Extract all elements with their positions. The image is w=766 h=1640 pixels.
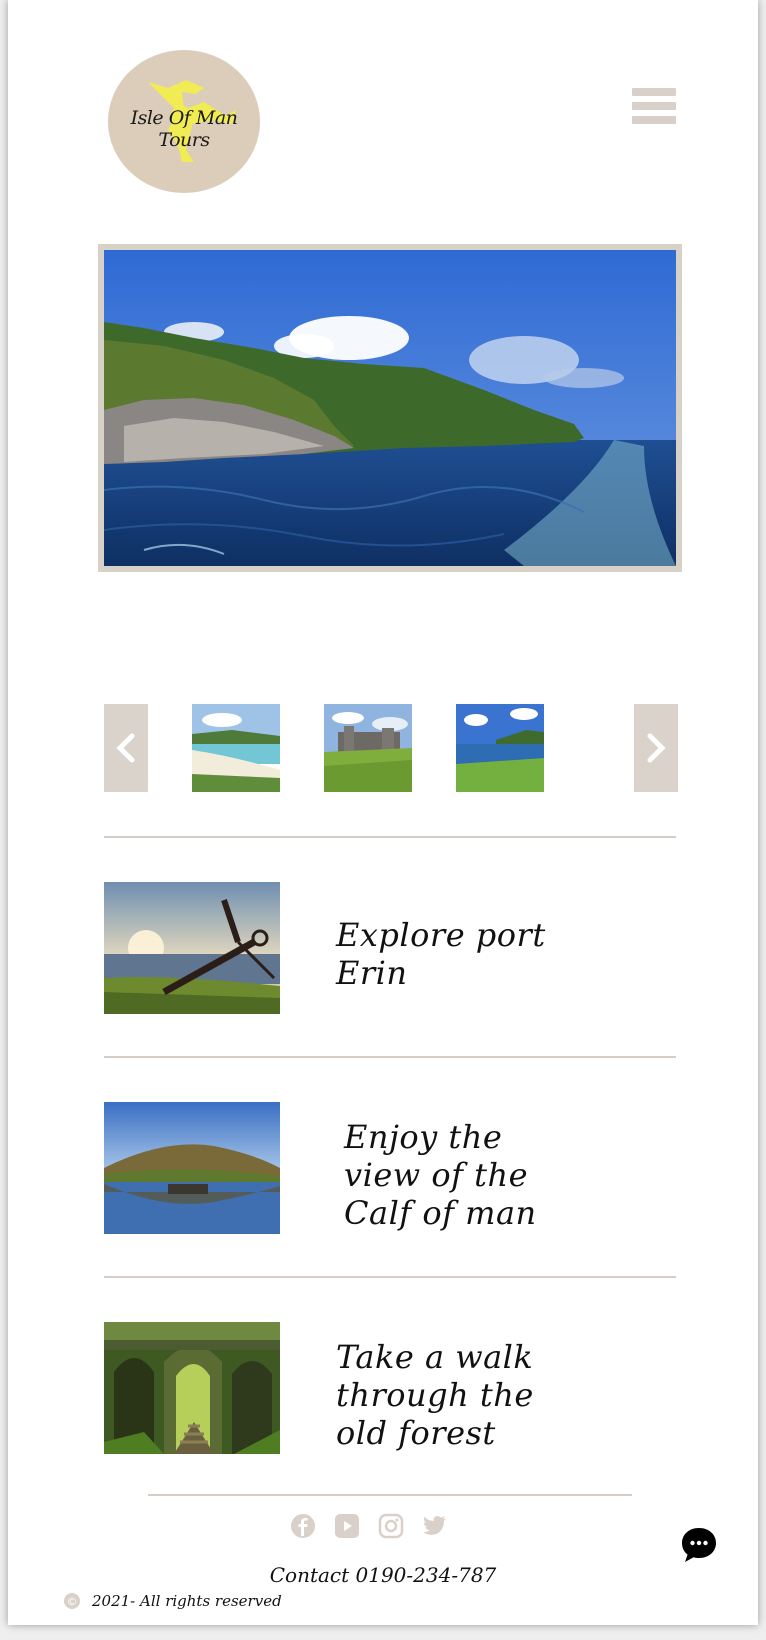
chat-bubble-icon[interactable]: [680, 1526, 718, 1564]
menu-button[interactable]: [632, 88, 676, 132]
tour-image[interactable]: [104, 882, 280, 1014]
tour-image[interactable]: [104, 1322, 280, 1454]
logo-text: Isle Of Man Tours: [130, 107, 238, 151]
anchor-image: [104, 882, 280, 1014]
youtube-icon[interactable]: [334, 1512, 360, 1540]
page: Isle Of Man Tours Explore port Erin Enjo…: [8, 0, 758, 1625]
divider: [104, 836, 676, 838]
copyright: © 2021- All rights reserved: [64, 1592, 282, 1610]
carousel-prev-button[interactable]: [104, 704, 148, 792]
copyright-icon: ©: [64, 1593, 80, 1609]
calf-of-man-image: [104, 1102, 280, 1234]
chevron-right-icon: [647, 733, 666, 763]
tour-title[interactable]: Take a walk through the old forest: [336, 1338, 586, 1452]
instagram-icon[interactable]: [378, 1512, 404, 1540]
footer-divider: [148, 1494, 632, 1496]
carousel-thumbnail[interactable]: [456, 704, 544, 792]
hero-image: [104, 250, 676, 566]
hamburger-line: [632, 102, 676, 110]
carousel-thumbnail[interactable]: [192, 704, 280, 792]
coast-thumbnail-image: [456, 704, 544, 792]
logo[interactable]: Isle Of Man Tours: [108, 50, 260, 193]
tour-title[interactable]: Explore port Erin: [336, 916, 556, 992]
social-links: [8, 1512, 758, 1542]
forest-arches-image: [104, 1322, 280, 1454]
hamburger-line: [632, 88, 676, 96]
hamburger-line: [632, 116, 676, 124]
copyright-text: 2021- All rights reserved: [92, 1592, 282, 1610]
tour-image[interactable]: [104, 1102, 280, 1234]
castle-thumbnail-image: [324, 704, 412, 792]
contact-text: Contact 0190-234-787: [269, 1563, 497, 1587]
carousel-next-button[interactable]: [634, 704, 678, 792]
divider: [104, 1276, 676, 1278]
facebook-icon[interactable]: [290, 1512, 316, 1540]
chevron-left-icon: [116, 733, 135, 763]
hero-frame: [98, 244, 682, 572]
twitter-icon[interactable]: [422, 1512, 448, 1540]
tour-title[interactable]: Enjoy the view of the Calf of man: [344, 1118, 584, 1232]
carousel-thumbnail[interactable]: [324, 704, 412, 792]
beach-thumbnail-image: [192, 704, 280, 792]
divider: [104, 1056, 676, 1058]
